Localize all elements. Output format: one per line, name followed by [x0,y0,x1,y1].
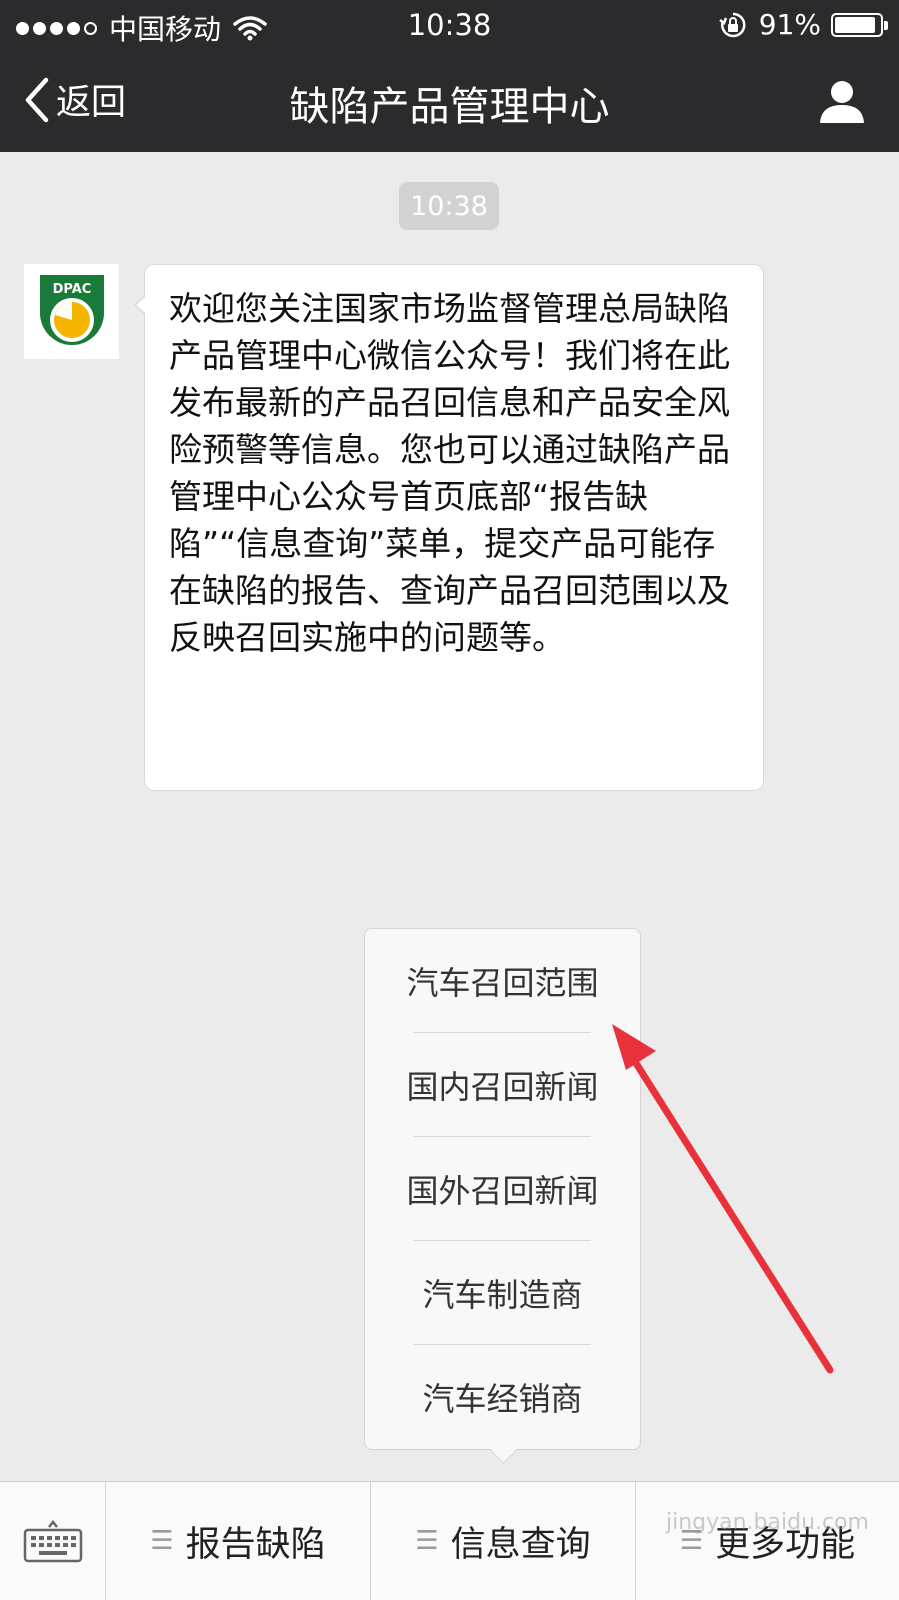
page-title: 缺陷产品管理中心 [289,84,610,130]
keyboard-toggle-button[interactable] [0,1482,106,1600]
battery-level [835,16,875,33]
rotation-lock-icon [719,12,746,37]
watermark: jingyan.baidu.com [665,1510,869,1535]
menu-tab-more-functions[interactable]: ☰ 更多功能 [636,1482,899,1600]
message-timestamp: 10:38 [399,182,499,230]
keyboard-icon [23,1519,82,1563]
menu-lines-icon: ☰ [415,1526,439,1556]
status-right: 91% [719,8,888,41]
message-bubble[interactable]: 欢迎您关注国家市场监督管理总局缺陷产品管理中心微信公众号！我们将在此发布最新的产… [134,264,764,791]
submenu-item-vehicle-dealers[interactable]: 汽车经销商 [365,1345,640,1448]
submenu-popup: 汽车召回范围 国内召回新闻 国外召回新闻 汽车制造商 汽车经销商 [364,928,641,1450]
submenu-item-vehicle-recall-scope[interactable]: 汽车召回范围 [365,929,640,1032]
menu-tab-label: 报告缺陷 [185,1524,326,1565]
sender-avatar[interactable]: DPAC [24,264,119,359]
logo-text: DPAC [52,282,91,297]
battery-icon [831,12,888,37]
dpac-logo: DPAC [39,274,104,345]
profile-icon[interactable] [817,76,867,126]
submenu-item-vehicle-manufacturers[interactable]: 汽车制造商 [365,1241,640,1344]
status-bar: 中国移动 10:38 91% [0,0,899,50]
menu-tab-label: 信息查询 [450,1524,591,1565]
bottom-menu-bar: ☰ 报告缺陷 ☰ 信息查询 ☰ 更多功能 [0,1481,899,1600]
menu-tab-report-defect[interactable]: ☰ 报告缺陷 [106,1482,371,1600]
submenu-item-foreign-recall-news[interactable]: 国外召回新闻 [365,1137,640,1240]
menu-lines-icon: ☰ [150,1526,174,1556]
menu-tab-info-query[interactable]: ☰ 信息查询 [371,1482,636,1600]
nav-bar: 返回 缺陷产品管理中心 [0,50,899,152]
battery-percentage: 91% [758,8,821,41]
submenu-item-domestic-recall-news[interactable]: 国内召回新闻 [365,1033,640,1136]
message-text: 欢迎您关注国家市场监督管理总局缺陷产品管理中心微信公众号！我们将在此发布最新的产… [169,289,730,657]
